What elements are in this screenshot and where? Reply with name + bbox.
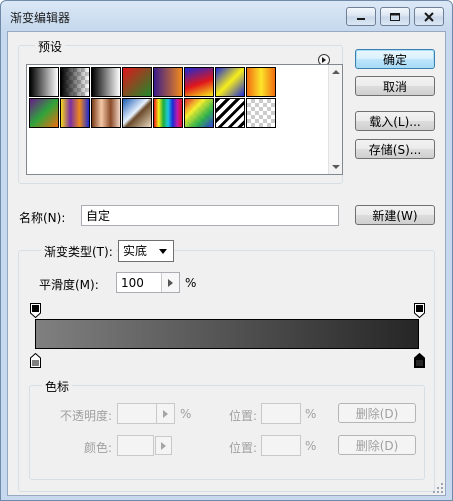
maximize-icon (390, 12, 400, 21)
load-button[interactable]: 载入(L)... (355, 111, 435, 131)
color-swatch[interactable] (117, 435, 154, 456)
dialog-body: 预设 确定 取消 载入(L)... 存储(S)... 名称(N): 自定 新建(… (7, 31, 446, 496)
delete-opacity-stop-button[interactable]: 删除(D) (338, 403, 416, 423)
cancel-button[interactable]: 取消 (355, 76, 435, 96)
resize-grip-icon[interactable] (433, 483, 443, 493)
play-arrow-icon (168, 278, 173, 287)
swatch-violet-orange[interactable] (153, 67, 183, 97)
color-stops-label: 色标 (42, 378, 73, 395)
maximize-button[interactable] (380, 7, 410, 26)
delete-color-stop-button[interactable]: 删除(D) (338, 435, 416, 455)
window-title: 渐变编辑器 (10, 11, 71, 25)
opacity-slider-button[interactable] (156, 404, 174, 423)
scroll-down-icon[interactable] (332, 165, 340, 169)
swatch-violet-green-orange[interactable] (29, 98, 59, 128)
minimize-icon (357, 17, 365, 20)
presets-label: 预设 (35, 38, 66, 55)
name-label: 名称(N): (19, 211, 66, 225)
gradient-editor-window: 渐变编辑器 预设 确定 取消 载入(L)... 存储(S)... 名称(N): … (0, 0, 453, 501)
color-stop-left[interactable] (30, 353, 41, 368)
opacity-stop-right[interactable] (414, 303, 425, 318)
opacity-location-unit: % (305, 407, 317, 421)
presets-panel (26, 64, 343, 175)
smoothness-slider-button[interactable] (161, 273, 179, 292)
minimize-button[interactable] (346, 7, 376, 26)
opacity-location-label: 位置: (229, 409, 258, 423)
gradient-type-select[interactable]: 实底 (118, 240, 174, 262)
color-location-input[interactable] (261, 435, 301, 456)
name-input[interactable]: 自定 (81, 205, 339, 226)
smoothness-unit: % (185, 276, 197, 290)
play-arrow-icon (163, 409, 168, 418)
new-button[interactable]: 新建(W) (355, 205, 435, 225)
swatch-chrome[interactable] (122, 98, 152, 128)
swatch-blue-yellow-blue[interactable] (215, 67, 245, 97)
swatch-spectrum[interactable] (153, 98, 183, 128)
swatch-transparent-rainbow[interactable] (184, 98, 214, 128)
scroll-up-icon[interactable] (332, 70, 340, 74)
opacity-location-input[interactable] (261, 403, 301, 424)
chevron-down-icon (159, 249, 167, 254)
play-arrow-icon (322, 57, 326, 63)
title-bar[interactable]: 渐变编辑器 (1, 1, 452, 31)
color-label: 颜色: (84, 441, 113, 455)
gradient-type-label: 渐变类型(T): (41, 243, 116, 260)
opacity-label: 不透明度: (60, 409, 113, 423)
presets-scrollbar[interactable] (328, 65, 342, 174)
swatch-blue-red-yellow[interactable] (184, 67, 214, 97)
opacity-unit: % (180, 407, 192, 421)
color-location-label: 位置: (229, 441, 258, 455)
ok-button[interactable]: 确定 (355, 49, 435, 69)
swatch-transparent[interactable] (246, 98, 276, 128)
presets-group: 预设 (18, 38, 343, 184)
color-menu-button[interactable] (155, 436, 172, 455)
color-stops-group: 色标 不透明度: % 位置: % 删除(D) 颜色: 位置: % 删除(D) (29, 378, 425, 480)
opacity-stop-left[interactable] (30, 303, 41, 318)
color-stop-right[interactable] (414, 353, 425, 368)
swatch-yellow-violet-orange-blue[interactable] (60, 98, 90, 128)
smoothness-value: 100 (121, 276, 144, 290)
save-button[interactable]: 存储(S)... (355, 139, 435, 159)
swatch-transparent-stripes[interactable] (215, 98, 245, 128)
swatch-red-green[interactable] (122, 67, 152, 97)
gradient-preview-bar[interactable] (35, 319, 419, 349)
swatch-foreground-to-transparent[interactable] (60, 67, 90, 97)
swatch-copper[interactable] (91, 98, 121, 128)
swatch-orange-yellow-orange[interactable] (246, 67, 276, 97)
close-button[interactable] (414, 7, 444, 26)
play-arrow-icon (161, 441, 166, 450)
opacity-input[interactable] (117, 403, 175, 424)
smoothness-label: 平滑度(M): (39, 278, 99, 292)
close-icon (424, 11, 434, 22)
gradient-type-value: 实底 (123, 244, 148, 258)
swatch-foreground-to-background[interactable] (29, 67, 59, 97)
gradient-settings-group: 渐变类型(T): 实底 平滑度(M): 100 % 色标 不透明度: % 位置:… (18, 240, 435, 492)
swatch-black-white[interactable] (91, 67, 121, 97)
color-location-unit: % (305, 439, 317, 453)
smoothness-input[interactable]: 100 (116, 272, 180, 293)
